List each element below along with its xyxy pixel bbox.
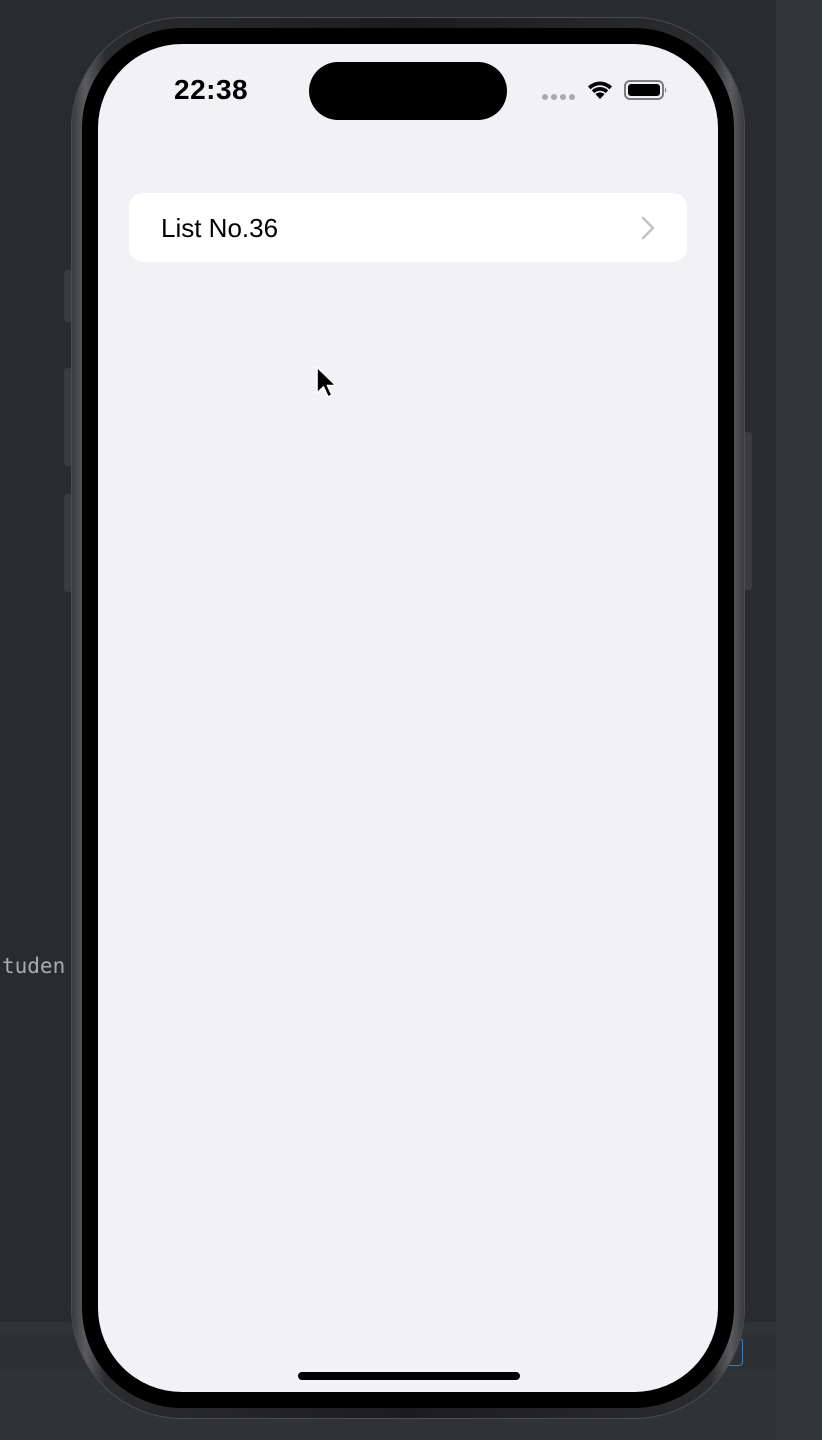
mouse-cursor-icon [316,366,337,398]
code-fragment: tuden [2,954,66,978]
cellular-signal-icon [542,94,576,100]
chevron-right-icon [641,216,655,240]
dynamic-island [309,62,507,120]
list-item[interactable]: List No.36 [129,193,687,262]
list-item-label: List No.36 [161,213,279,243]
phone-screen: 22:38 List No.36 [98,44,718,1392]
battery-full-icon [624,80,667,100]
status-time: 22:38 [174,74,249,105]
editor-side-panel [776,0,822,1440]
home-indicator[interactable] [298,1372,520,1380]
wifi-icon [588,81,612,99]
